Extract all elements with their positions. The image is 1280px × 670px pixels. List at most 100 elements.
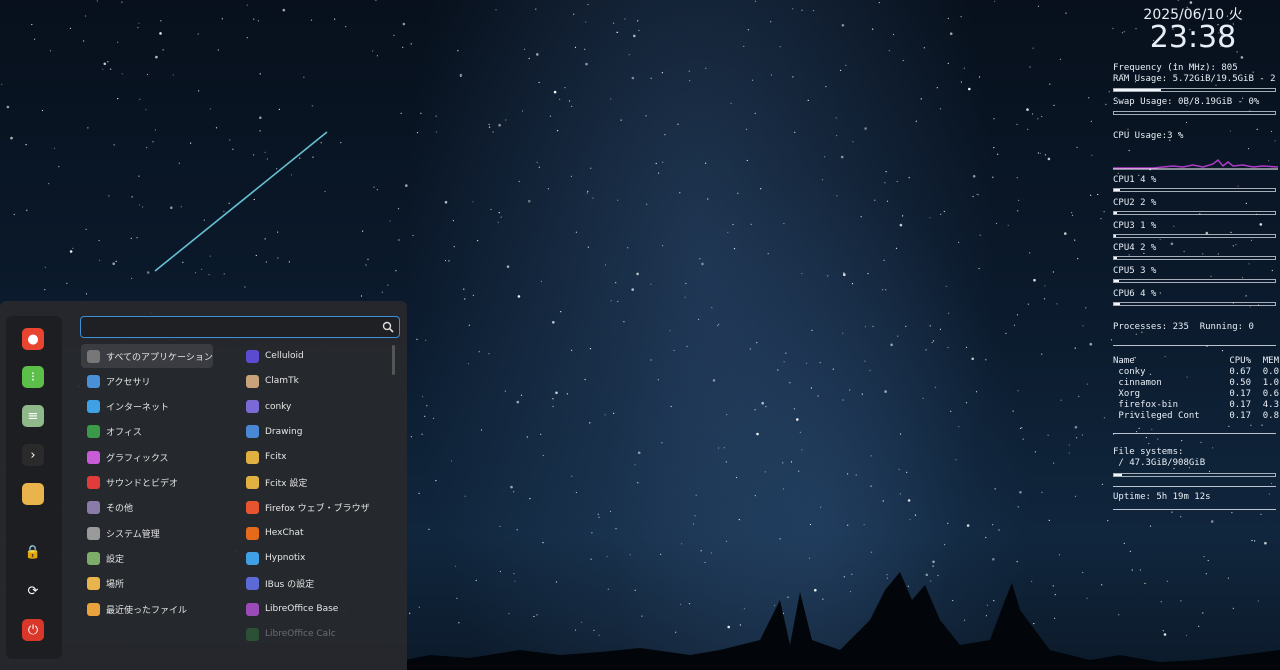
star [915,120,917,122]
hypnotix-icon [246,551,259,565]
app-label: Fcitx [265,452,287,463]
star [641,615,643,617]
star [457,50,459,52]
power-icon[interactable]: ⏻ [22,619,44,641]
lock-icon[interactable]: 🔒 [22,541,44,563]
star [767,253,769,255]
star [1026,108,1029,111]
category-item[interactable]: グラフィックス [81,445,213,469]
folder-icon[interactable] [22,483,44,505]
star [1017,210,1019,212]
category-item[interactable]: すべてのアプリケーション [81,344,213,368]
category-item[interactable]: 設定 [81,546,213,570]
app-item[interactable]: Hypnotix [240,546,390,570]
star [886,200,889,202]
app-item[interactable]: Firefox ウェブ・ブラウザ [240,496,390,520]
star [416,132,419,134]
settings-icon[interactable]: ≡ [22,405,44,427]
star [820,506,822,508]
app-item[interactable]: ClamTk [240,369,390,393]
clamtk-icon [246,374,259,388]
star [290,174,293,176]
category-item[interactable]: オフィス [81,420,213,444]
star [527,199,531,203]
star [965,402,968,404]
star [761,401,764,405]
app-item[interactable]: Fcitx [240,445,390,469]
star [513,573,515,575]
star [606,555,608,558]
star [1039,152,1041,154]
category-label: その他 [106,504,134,515]
star [1065,12,1067,14]
process-table: Name CPU% MEM conky 0.67 0.0 cinnamon 0.50 1… [1113,356,1279,422]
star [121,1,123,3]
star [972,195,974,198]
terminal-icon[interactable]: › [22,444,44,466]
star [892,33,895,36]
star [581,621,583,623]
star [1202,612,1204,614]
app-item[interactable]: IBus の設定 [240,572,390,596]
star [931,341,933,344]
category-item[interactable]: アクセサリ [81,369,213,393]
star [1052,585,1054,587]
star [870,551,873,553]
category-item[interactable]: インターネット [81,395,213,419]
star [1037,152,1039,154]
category-item[interactable]: システム管理 [81,521,213,545]
star [841,24,845,27]
star [520,394,523,396]
firefox-icon[interactable]: ● [22,328,44,350]
star [96,0,98,2]
star [617,199,619,201]
app-list-scrollbar[interactable] [392,345,395,375]
star [947,62,949,64]
star [117,41,119,43]
app-item[interactable]: Fcitx 設定 [240,471,390,495]
star [925,349,927,351]
app-item[interactable]: HexChat [240,521,390,545]
search-input[interactable] [87,319,377,335]
star [555,581,558,583]
star [1068,444,1070,446]
star [1029,66,1031,68]
star [808,557,811,559]
star [244,286,246,288]
star [455,565,457,567]
app-label: LibreOffice Base [265,604,339,614]
star [538,81,540,84]
star [972,175,976,178]
star [110,68,112,70]
star [103,62,107,66]
star [6,105,10,109]
star [444,259,447,262]
star [631,76,635,80]
category-item[interactable]: サウンドとビデオ [81,471,213,495]
star [1054,594,1056,596]
software-manager-icon[interactable]: ⁝ [22,366,44,388]
search-box[interactable] [80,316,400,338]
star [208,274,210,276]
star [587,3,589,6]
app-item[interactable]: Drawing [240,420,390,444]
app-item[interactable]: LibreOffice Base [240,597,390,621]
category-item[interactable]: その他 [81,496,213,520]
star [864,326,867,328]
star [85,293,88,295]
star [765,406,767,408]
star [1052,271,1054,273]
category-item[interactable]: 場所 [81,572,213,596]
star [607,588,609,590]
app-item[interactable]: LibreOffice Calc [240,622,390,646]
star [822,598,824,600]
search-icon[interactable] [382,321,394,333]
star [966,524,970,527]
logout-icon[interactable]: ⟳ [22,580,44,602]
office-icon [87,425,100,439]
category-item[interactable]: 最近使ったファイル [81,597,213,621]
star [756,342,758,344]
app-item[interactable]: Celluloid [240,344,390,368]
star [712,379,716,382]
app-item[interactable]: conky [240,395,390,419]
